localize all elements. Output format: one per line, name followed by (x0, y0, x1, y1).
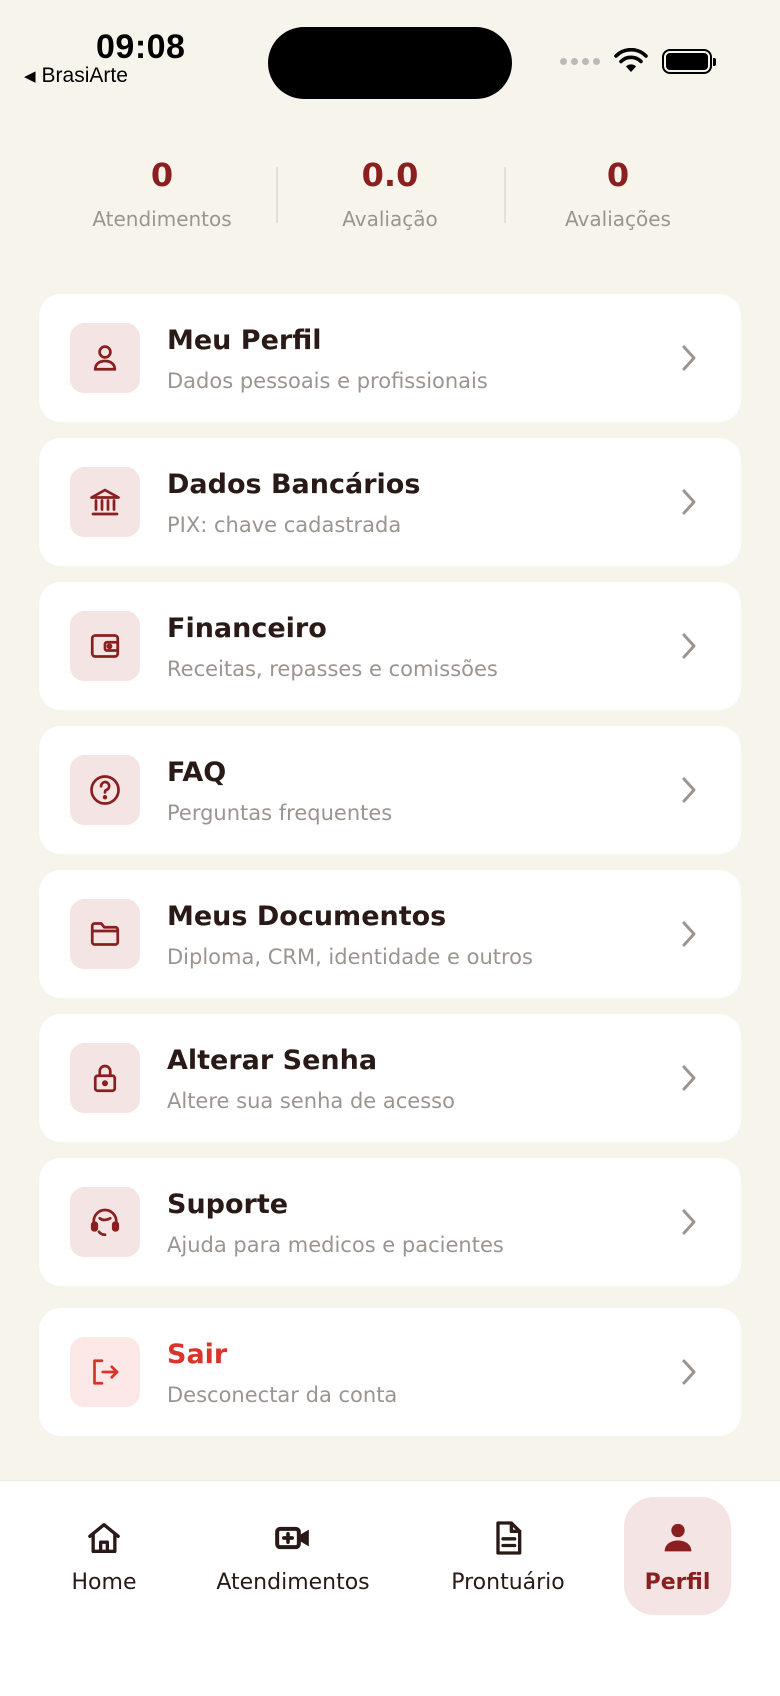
headset-icon (70, 1187, 140, 1257)
menu-item-title: Suporte (167, 1189, 289, 1220)
logout-button[interactable]: Sair Desconectar da conta (39, 1308, 741, 1436)
menu-item-title: Alterar Senha (167, 1045, 378, 1076)
lock-icon (70, 1043, 140, 1113)
menu-item-subtitle: Receitas, repasses e comissões (167, 657, 498, 681)
menu-item-dados-bancarios[interactable]: Dados Bancários PIX: chave cadastrada (39, 438, 741, 566)
battery-icon (662, 48, 716, 74)
help-circle-icon (70, 755, 140, 825)
status-bar: 09:08 ◀ BrasiArte (0, 0, 780, 110)
stat-label: Atendimentos (92, 207, 232, 231)
document-icon (496, 1520, 522, 1555)
status-icons (560, 48, 716, 74)
stat-value: 0 (150, 156, 174, 194)
folder-icon (70, 899, 140, 969)
menu-item-title: Meu Perfil (167, 325, 322, 356)
wifi-icon (614, 48, 648, 72)
bank-icon (70, 467, 140, 537)
stat-value: 0 (606, 156, 630, 194)
stat-label: Avaliação (342, 207, 438, 231)
back-to-app-link[interactable]: ◀ BrasiArte (24, 64, 128, 88)
menu-item-title: Meus Documentos (167, 901, 447, 932)
user-icon (70, 323, 140, 393)
nav-tab-home[interactable]: Home (34, 1497, 174, 1615)
chevron-right-icon (682, 1359, 696, 1385)
menu-item-subtitle: Perguntas frequentes (167, 801, 393, 825)
menu-item-title: Dados Bancários (167, 469, 421, 500)
stat-value: 0.0 (361, 156, 419, 194)
menu-item-title: FAQ (167, 757, 227, 788)
nav-tab-perfil[interactable]: Perfil (624, 1497, 731, 1615)
nav-label: Atendimentos (216, 1569, 370, 1595)
menu-item-subtitle: Diploma, CRM, identidade e outros (167, 945, 533, 969)
stat-atendimentos: 0 Atendimentos (48, 155, 276, 240)
dynamic-island (268, 27, 512, 99)
menu-item-meus-documentos[interactable]: Meus Documentos Diploma, CRM, identidade… (39, 870, 741, 998)
menu-item-financeiro[interactable]: Financeiro Receitas, repasses e comissõe… (39, 582, 741, 710)
back-app-label: BrasiArte (41, 64, 128, 87)
status-time: 09:08 (96, 28, 186, 66)
wallet-icon (70, 611, 140, 681)
profile-menu: Meu Perfil Dados pessoais e profissionai… (39, 294, 741, 1452)
bottom-navigation: Home Atendimentos Prontuário Perfil (0, 1480, 780, 1696)
menu-item-subtitle: PIX: chave cadastrada (167, 513, 402, 537)
chevron-right-icon (682, 1065, 696, 1091)
profile-stats: 0 Atendimentos 0.0 Avaliação 0 Avaliaçõe… (48, 155, 732, 240)
logout-icon (70, 1337, 140, 1407)
stat-label: Avaliações (565, 207, 671, 231)
back-triangle-icon: ◀ (24, 68, 36, 85)
stat-avaliacao: 0.0 Avaliação (276, 155, 504, 240)
chevron-right-icon (682, 1209, 696, 1235)
menu-item-subtitle: Ajuda para medicos e pacientes (167, 1233, 504, 1257)
logout-subtitle: Desconectar da conta (167, 1383, 398, 1407)
menu-item-meu-perfil[interactable]: Meu Perfil Dados pessoais e profissionai… (39, 294, 741, 422)
menu-item-subtitle: Dados pessoais e profissionais (167, 369, 488, 393)
menu-item-suporte[interactable]: Suporte Ajuda para medicos e pacientes (39, 1158, 741, 1286)
chevron-right-icon (682, 489, 696, 515)
home-icon (88, 1522, 120, 1553)
cellular-signal-icon (560, 57, 600, 65)
menu-item-alterar-senha[interactable]: Alterar Senha Altere sua senha de acesso (39, 1014, 741, 1142)
nav-label: Perfil (644, 1569, 711, 1595)
nav-label: Home (71, 1569, 137, 1595)
chevron-right-icon (682, 921, 696, 947)
person-icon (664, 1523, 691, 1551)
video-camera-icon (275, 1526, 309, 1549)
chevron-right-icon (682, 633, 696, 659)
chevron-right-icon (682, 345, 696, 371)
nav-tab-prontuario[interactable]: Prontuário (433, 1497, 583, 1615)
menu-item-subtitle: Altere sua senha de acesso (167, 1089, 455, 1113)
logout-title: Sair (167, 1339, 228, 1370)
nav-label: Prontuário (451, 1569, 565, 1595)
menu-item-title: Financeiro (167, 613, 327, 644)
stat-avaliacoes: 0 Avaliações (504, 155, 732, 240)
menu-item-faq[interactable]: FAQ Perguntas frequentes (39, 726, 741, 854)
nav-tab-atendimentos[interactable]: Atendimentos (208, 1497, 378, 1615)
chevron-right-icon (682, 777, 696, 803)
